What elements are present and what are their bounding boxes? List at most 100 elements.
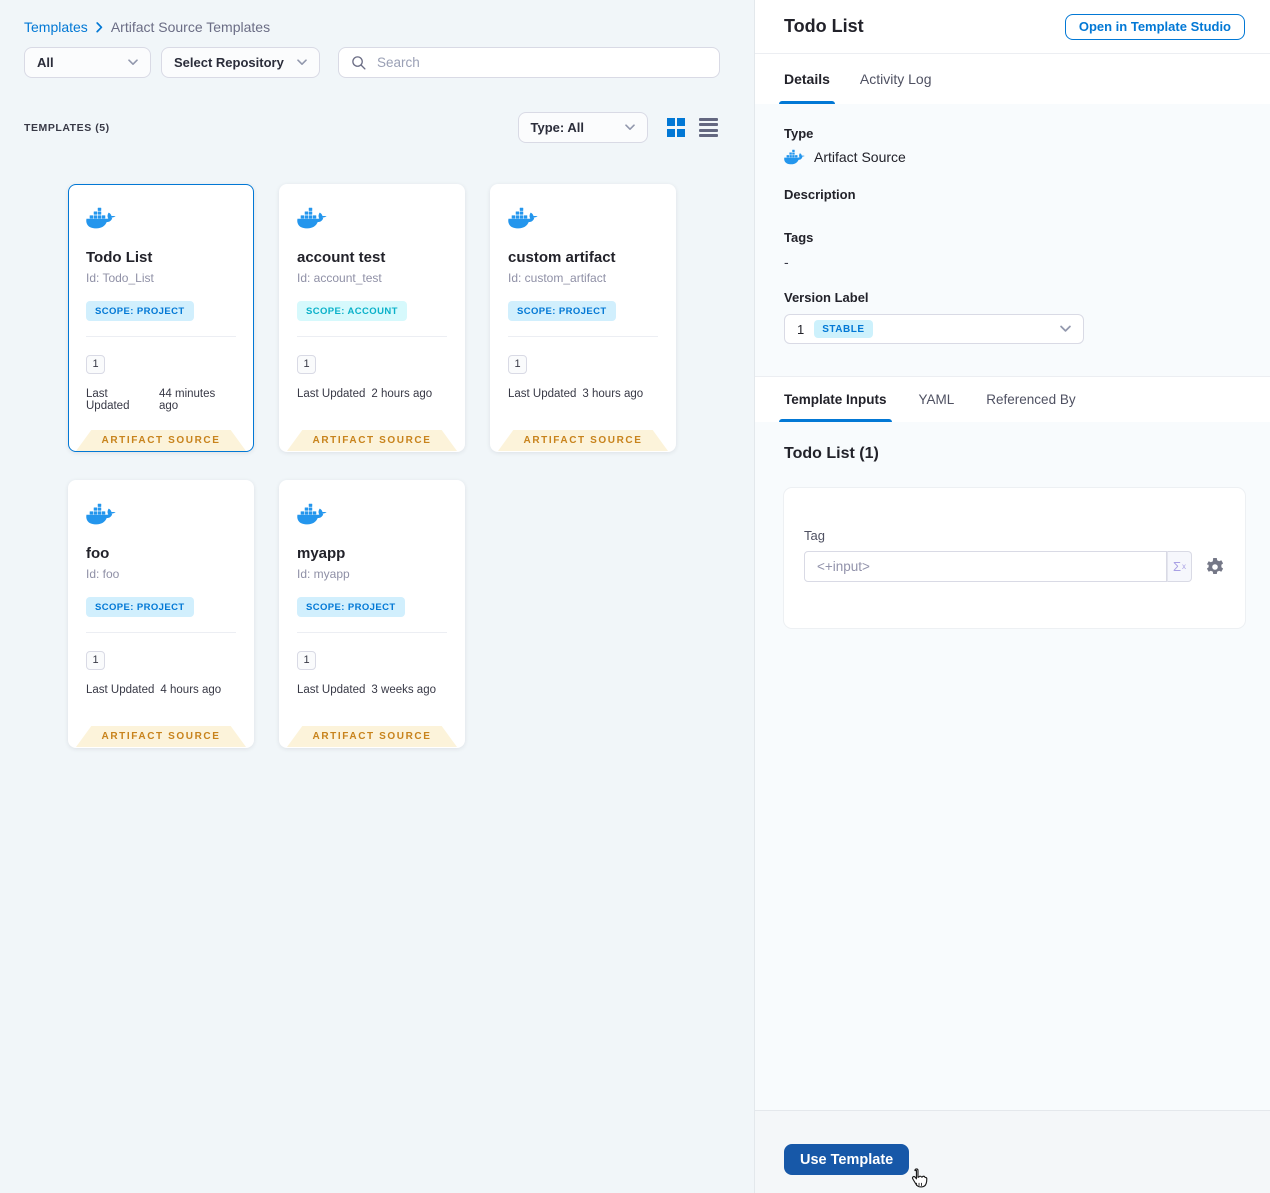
templates-header-row: TEMPLATES (5) Type: All — [0, 112, 754, 143]
tags-label: Tags — [784, 230, 814, 245]
version-count: 1 — [508, 355, 527, 374]
repository-filter-select[interactable]: Select Repository — [161, 47, 320, 78]
sigma-icon: Σ — [1172, 559, 1182, 574]
details-section: Type Artifact Source Description Tags - … — [755, 104, 1270, 376]
tag-field-row: Σx — [804, 551, 1225, 582]
details-tabs: Details Activity Log — [755, 54, 1270, 104]
gear-icon[interactable] — [1205, 557, 1225, 577]
tab-yaml[interactable]: YAML — [919, 377, 955, 422]
inputs-heading: Todo List (1) — [784, 445, 879, 462]
divider — [86, 632, 236, 633]
last-updated-value: 3 weeks ago — [371, 684, 436, 696]
template-id: Id: custom_artifact — [508, 271, 607, 285]
search-box — [338, 47, 720, 78]
template-details-panel: Todo List Open in Template Studio Detail… — [755, 0, 1270, 1193]
template-name: Todo List — [86, 249, 153, 266]
last-updated-value: 4 hours ago — [160, 684, 222, 696]
artifact-source-ribbon: ARTIFACT SOURCE — [498, 430, 668, 451]
tab-details[interactable]: Details — [779, 54, 835, 104]
templates-list-panel: Templates Artifact Source Templates All … — [0, 0, 755, 1193]
divider — [86, 336, 236, 337]
tab-referenced-by[interactable]: Referenced By — [986, 377, 1075, 422]
docker-icon — [86, 503, 116, 525]
scope-filter-select[interactable]: All — [24, 47, 151, 78]
version-count: 1 — [86, 355, 105, 374]
last-updated-label: Last Updated — [297, 388, 366, 400]
version-select[interactable]: 1 STABLE — [784, 314, 1084, 344]
template-id: Id: foo — [86, 567, 120, 581]
details-header: Todo List Open in Template Studio — [755, 0, 1270, 54]
artifact-source-ribbon: ARTIFACT SOURCE — [287, 430, 457, 451]
repository-filter-value: Select Repository — [174, 55, 284, 70]
version-count: 1 — [86, 651, 105, 670]
inputs-card: Tag Σx — [784, 488, 1245, 628]
divider — [297, 336, 447, 337]
version-count: 1 — [297, 651, 316, 670]
chevron-down-icon — [1060, 325, 1071, 333]
template-card-todo-list[interactable]: Todo List Id: Todo_List SCOPE: PROJECT 1… — [68, 184, 254, 452]
search-input[interactable] — [375, 54, 707, 71]
divider — [297, 632, 447, 633]
tag-field-label: Tag — [804, 528, 825, 543]
open-in-template-studio-button[interactable]: Open in Template Studio — [1064, 13, 1245, 40]
template-name: account test — [297, 249, 386, 266]
chevron-down-icon — [624, 124, 635, 130]
tag-input[interactable] — [804, 551, 1167, 582]
stable-badge: STABLE — [814, 320, 873, 338]
template-id: Id: account_test — [297, 271, 382, 285]
template-card-custom-artifact[interactable]: custom artifact Id: custom_artifact SCOP… — [490, 184, 676, 452]
breadcrumb: Templates Artifact Source Templates — [0, 0, 754, 35]
scope-badge: SCOPE: PROJECT — [297, 597, 405, 617]
last-updated: Last Updated 3 hours ago — [508, 388, 658, 400]
docker-icon — [86, 207, 116, 229]
expression-input-type-button[interactable]: Σx — [1167, 551, 1192, 582]
last-updated-label: Last Updated — [297, 684, 366, 696]
template-card-myapp[interactable]: myapp Id: myapp SCOPE: PROJECT 1 Last Up… — [279, 480, 465, 748]
tab-activity-log[interactable]: Activity Log — [860, 54, 932, 104]
version-label: Version Label — [784, 290, 869, 305]
version-value: 1 — [797, 321, 805, 337]
inputs-tabs: Template Inputs YAML Referenced By — [755, 376, 1270, 422]
template-card-account-test[interactable]: account test Id: account_test SCOPE: ACC… — [279, 184, 465, 452]
template-id: Id: Todo_List — [86, 271, 154, 285]
scope-filter-value: All — [37, 55, 54, 70]
type-filter-select[interactable]: Type: All — [517, 112, 648, 143]
artifact-source-ribbon: ARTIFACT SOURCE — [76, 726, 246, 747]
last-updated: Last Updated 44 minutes ago — [86, 388, 236, 412]
breadcrumb-current: Artifact Source Templates — [110, 19, 271, 35]
last-updated: Last Updated 2 hours ago — [297, 388, 447, 400]
template-card-foo[interactable]: foo Id: foo SCOPE: PROJECT 1 Last Update… — [68, 480, 254, 748]
last-updated-label: Last Updated — [508, 388, 577, 400]
tab-template-inputs[interactable]: Template Inputs — [779, 377, 892, 422]
breadcrumb-chevron-icon — [96, 21, 103, 33]
divider — [508, 336, 658, 337]
type-label: Type — [784, 126, 814, 141]
last-updated-label: Last Updated — [86, 684, 155, 696]
filters-bar: All Select Repository — [0, 35, 754, 78]
template-id: Id: myapp — [297, 567, 350, 581]
template-inputs-section: Todo List (1) Tag Σx — [755, 422, 1270, 1110]
template-name: custom artifact — [508, 249, 616, 266]
docker-icon — [508, 207, 538, 229]
details-footer: Use Template — [755, 1110, 1270, 1193]
last-updated-label: Last Updated — [86, 388, 130, 412]
description-label: Description — [784, 187, 856, 202]
chevron-down-icon — [128, 59, 138, 65]
docker-icon — [784, 149, 805, 165]
template-name: myapp — [297, 545, 346, 562]
scope-badge: SCOPE: ACCOUNT — [297, 301, 407, 321]
templates-count: TEMPLATES (5) — [24, 121, 110, 134]
scope-badge: SCOPE: PROJECT — [508, 301, 616, 321]
grid-view-icon[interactable] — [666, 118, 685, 137]
view-toggle — [666, 118, 718, 137]
last-updated-value: 3 hours ago — [582, 388, 644, 400]
search-icon — [352, 56, 366, 70]
breadcrumb-templates-link[interactable]: Templates — [24, 19, 88, 35]
app-window: Templates Artifact Source Templates All … — [0, 0, 1270, 1193]
scope-badge: SCOPE: PROJECT — [86, 597, 194, 617]
list-view-icon[interactable] — [699, 118, 718, 137]
tag-input-group: Σx — [804, 551, 1192, 582]
last-updated-value: 2 hours ago — [371, 388, 433, 400]
use-template-button[interactable]: Use Template — [784, 1144, 910, 1175]
artifact-source-ribbon: ARTIFACT SOURCE — [76, 430, 246, 451]
